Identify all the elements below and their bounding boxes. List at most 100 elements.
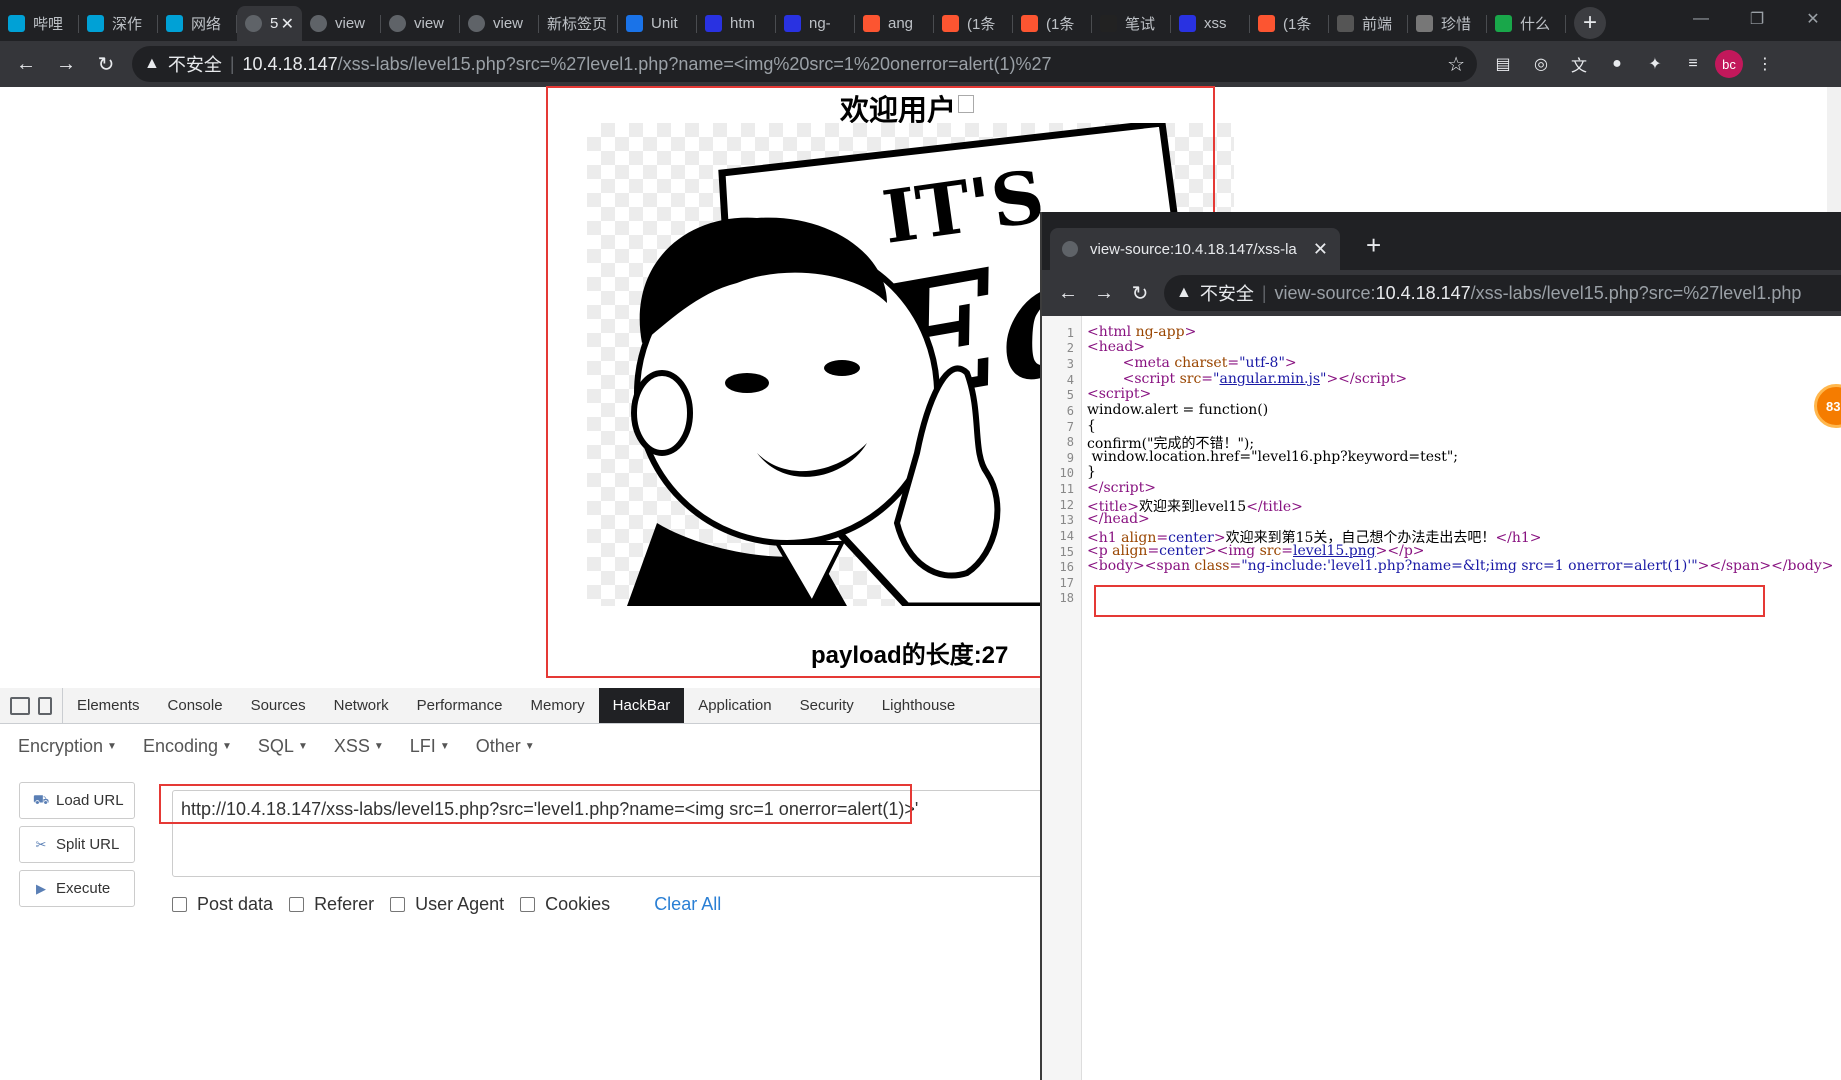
back-icon[interactable]: ← xyxy=(6,44,46,84)
devtools-tab-elements[interactable]: Elements xyxy=(63,688,154,723)
option-referer[interactable]: Referer xyxy=(289,894,374,915)
option-post-data[interactable]: Post data xyxy=(172,894,273,915)
browser-tab[interactable]: 什么 xyxy=(1487,6,1566,41)
playlist-icon[interactable]: ≡ xyxy=(1677,48,1709,80)
browser-tab[interactable]: view xyxy=(460,6,539,41)
caret-down-icon: ▼ xyxy=(297,741,308,753)
puzzle-icon[interactable]: ✦ xyxy=(1639,48,1671,80)
line-number: 16 xyxy=(1059,560,1074,574)
menu-label: Other xyxy=(475,735,521,756)
browser-tab[interactable]: 5 ✕ xyxy=(237,6,302,41)
checkbox[interactable] xyxy=(390,897,406,912)
tab-title: view xyxy=(335,15,366,32)
separator: | xyxy=(1261,282,1267,303)
inspect-element-icon[interactable] xyxy=(10,696,30,715)
tab-title: xss xyxy=(1204,15,1227,32)
devtools-tab-console[interactable]: Console xyxy=(154,688,237,723)
hackbar-menu-other[interactable]: Other ▼ xyxy=(476,736,535,757)
view-source-tab[interactable]: view-source:10.4.18.147/xss-la ✕ xyxy=(1050,228,1340,270)
browser-tab[interactable]: xss xyxy=(1171,6,1250,41)
circle-extension-icon[interactable]: ● xyxy=(1601,48,1633,80)
view-source-address-bar[interactable]: ▲ 不安全 | view-source: 10.4.18.147/xss-labs… xyxy=(1164,275,1841,311)
bookmark-star-icon[interactable]: ☆ xyxy=(1447,52,1465,77)
back-icon[interactable]: ← xyxy=(1050,273,1086,313)
line-number-gutter: 1 2 3 4 5 6 7 8 9 10 11 12 13 14 15 16 17 18 xyxy=(1042,316,1082,1080)
browser-tab[interactable]: (1条 xyxy=(934,6,1013,41)
checkbox-label: User Agent xyxy=(415,894,505,914)
devtools-tab-performance[interactable]: Performance xyxy=(403,688,517,723)
reload-icon[interactable]: ↻ xyxy=(86,44,126,84)
option-user-agent[interactable]: User Agent xyxy=(390,894,504,915)
csdn-icon xyxy=(863,15,880,32)
tab-title: 新标签页 xyxy=(547,16,608,33)
browser-tab[interactable]: ng- xyxy=(776,6,855,41)
devtools-tab-memory[interactable]: Memory xyxy=(517,688,599,723)
tab-title: ng- xyxy=(809,15,831,32)
code-line-6: window.alert = function() xyxy=(1087,402,1269,418)
browser-window: 哔哩 深作 网络 5 ✕ view view view 新标签页 Unit htm ng-ang (1条… xyxy=(0,0,1841,1080)
device-toolbar-icon[interactable] xyxy=(38,696,52,715)
avatar[interactable]: bc xyxy=(1715,50,1743,78)
browser-tab[interactable]: 笔试 xyxy=(1092,6,1171,41)
document-icon[interactable]: ▤ xyxy=(1487,48,1519,80)
checkbox[interactable] xyxy=(172,897,187,912)
hackbar-menu-lfi[interactable]: LFI ▼ xyxy=(410,736,450,757)
option-cookies[interactable]: Cookies xyxy=(520,894,610,915)
devtools-tab-security[interactable]: Security xyxy=(786,688,868,723)
devtools-tab-sources[interactable]: Sources xyxy=(237,688,320,723)
hackbar-menu-encryption[interactable]: Encryption ▼ xyxy=(18,736,117,757)
devtools-tab-network[interactable]: Network xyxy=(320,688,403,723)
execute-button[interactable]: ▶ Execute xyxy=(19,870,135,907)
hackbar-menu-encoding[interactable]: Encoding ▼ xyxy=(143,736,232,757)
address-bar[interactable]: ▲ 不安全 | 10.4.18.147 /xss-labs/level15.ph… xyxy=(132,46,1477,82)
level15-image-link[interactable]: level15.png xyxy=(1293,543,1376,559)
restore-icon[interactable]: ❐ xyxy=(1729,0,1785,38)
url-prefix: view-source: xyxy=(1274,282,1376,303)
browser-tab[interactable]: 新标签页 xyxy=(539,6,618,41)
browser-tab[interactable]: 哔哩 xyxy=(0,6,79,41)
close-tab-icon[interactable]: ✕ xyxy=(1313,239,1328,260)
devtools-tab-hackbar[interactable]: HackBar xyxy=(598,688,685,723)
browser-tab[interactable]: view xyxy=(302,6,381,41)
devtools-tab-application[interactable]: Application xyxy=(684,688,785,723)
close-tab-icon[interactable]: ✕ xyxy=(281,14,294,34)
browser-tab[interactable]: 深作 xyxy=(79,6,158,41)
reload-icon[interactable]: ↻ xyxy=(1122,273,1158,313)
angular-link[interactable]: angular.min.js xyxy=(1219,371,1320,387)
tab-title: ang xyxy=(888,15,914,32)
browser-tab[interactable]: 网络 xyxy=(158,6,237,41)
browser-tab[interactable]: ang xyxy=(855,6,934,41)
translate-icon[interactable]: 文 xyxy=(1563,48,1595,80)
browser-tab[interactable]: (1条 xyxy=(1013,6,1092,41)
menu-dots-icon[interactable]: ⋮ xyxy=(1749,48,1781,80)
glasses-icon[interactable]: ◎ xyxy=(1525,48,1557,80)
clear-all-link[interactable]: Clear All xyxy=(654,894,721,915)
load-url-button[interactable]: ⛟ Load URL xyxy=(19,782,135,819)
browser-tab[interactable]: 前端 xyxy=(1329,6,1408,41)
view-source-tab-title: view-source:10.4.18.147/xss-la xyxy=(1090,240,1297,258)
scissors-icon: ✂ xyxy=(35,836,47,852)
forward-icon[interactable]: → xyxy=(1086,273,1122,313)
minimize-icon[interactable]: — xyxy=(1673,0,1729,38)
warning-icon: ▲ xyxy=(144,55,160,72)
close-window-icon[interactable]: ✕ xyxy=(1785,0,1841,38)
new-tab-button[interactable]: + xyxy=(1366,230,1381,261)
tab-title: htm xyxy=(730,15,756,32)
checkbox[interactable] xyxy=(289,897,305,912)
forward-icon[interactable]: → xyxy=(46,44,86,84)
devtools-tab-lighthouse[interactable]: Lighthouse xyxy=(868,688,969,723)
checkbox[interactable] xyxy=(520,897,536,912)
browser-tab[interactable]: view xyxy=(381,6,460,41)
caret-down-icon: ▼ xyxy=(373,741,384,753)
juejin-icon xyxy=(1337,15,1354,32)
browser-tab[interactable]: Unit xyxy=(618,6,697,41)
browser-tab[interactable]: htm xyxy=(697,6,776,41)
hackbar-menu-xss[interactable]: XSS ▼ xyxy=(334,736,384,757)
browser-tab[interactable]: 珍惜 xyxy=(1408,6,1487,41)
split-url-button[interactable]: ✂ Split URL xyxy=(19,826,135,863)
hackbar-menu-sql[interactable]: SQL ▼ xyxy=(258,736,308,757)
book-icon xyxy=(626,15,643,32)
browser-tab[interactable]: (1条 xyxy=(1250,6,1329,41)
new-tab-button[interactable]: + xyxy=(1574,7,1606,39)
tab-title: 前端 xyxy=(1362,16,1393,33)
